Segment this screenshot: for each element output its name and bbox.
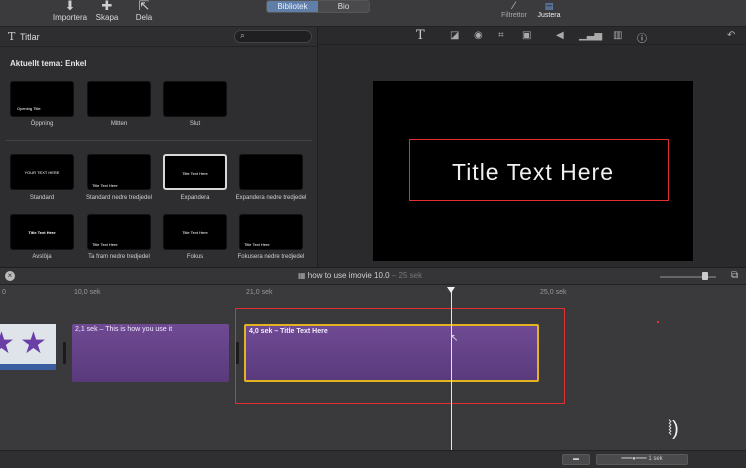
tab-theater[interactable]: Bio xyxy=(318,1,369,12)
toolbar: ⬇ Importera ✚ Skapa ⇱ Dela Bibliotek Bio… xyxy=(0,0,746,27)
title-thumb-standard[interactable]: YOUR TEXT HERE xyxy=(10,154,74,190)
filter-icon[interactable]: ▥ xyxy=(613,30,622,41)
browser-title: Titlar xyxy=(20,32,40,42)
thumb-mini-text: Title Text Here xyxy=(244,242,270,247)
title-label-expand-lower: Expandera nedre tredjedel xyxy=(235,195,307,201)
playhead-marker[interactable] xyxy=(447,287,455,293)
title-label-end: Slut xyxy=(189,121,201,127)
thumb-mini-text: Title Text Here xyxy=(92,242,118,247)
ruler-tick: 25,0 sek xyxy=(540,289,567,296)
project-duration: – 25 sek xyxy=(391,271,423,280)
plus-icon: ✚ xyxy=(101,0,113,13)
volume-icon[interactable]: ◀ xyxy=(556,30,564,41)
title-thumb-focus[interactable]: Title Text Here xyxy=(163,214,227,250)
title-label-focus: Fokus xyxy=(186,254,204,260)
wand-icon: ⁄ xyxy=(513,0,515,12)
search-icon: ⌕ xyxy=(240,30,246,40)
crop-icon[interactable]: ⌗ xyxy=(498,30,504,41)
section-divider xyxy=(6,140,312,141)
stabilization-icon[interactable]: ▣ xyxy=(522,30,531,41)
marker-dot xyxy=(657,321,659,323)
content-browser: T Titlar ⌕ Aktuellt tema: Enkel Opening … xyxy=(0,27,318,267)
timeline-header: × ▦ how to use imovie 10.0 – 25 sek ⧉ xyxy=(0,267,746,285)
project-title: ▦ how to use imovie 10.0 – 25 sek xyxy=(298,271,422,280)
thumb-mini-text: Title Text Here xyxy=(182,171,208,176)
title-thumb-middle[interactable] xyxy=(87,81,151,117)
search-field[interactable]: ⌕ xyxy=(234,30,312,43)
highlight-box-clip xyxy=(235,308,565,404)
title-thumb-reveal-lower[interactable]: Title Text Here xyxy=(87,214,151,250)
bottom-bar: ▬ ━━━●━━━ 1 sek xyxy=(0,450,746,468)
color-balance-icon[interactable]: ◪ xyxy=(450,30,459,41)
browser-header: T Titlar ⌕ xyxy=(0,27,317,47)
titles-icon: T xyxy=(8,30,16,43)
title-thumb-expand[interactable]: Title Text Here xyxy=(163,154,227,190)
title-label-reveal-lower: Ta fram nedre tredjedel xyxy=(88,254,150,260)
title-thumb-reveal[interactable]: Title Text Here xyxy=(10,214,74,250)
title-thumb-expand-lower[interactable] xyxy=(239,154,303,190)
info-icon[interactable]: ⓘ xyxy=(637,30,647,45)
settings-icon[interactable]: ⧉ xyxy=(731,270,738,281)
create-button[interactable]: ✚ Skapa xyxy=(87,0,127,22)
import-arrow-icon: ⬇ xyxy=(64,0,76,13)
title-label-expand: Expandera xyxy=(180,195,210,201)
ruler-tick: 10,0 sek xyxy=(74,289,101,296)
imovie-star-icon: ★ xyxy=(0,326,15,361)
ruler-tick: 0 xyxy=(2,289,6,296)
thumb-mini-text: Title Text Here xyxy=(182,230,208,235)
project-name: how to use imovie 10.0 xyxy=(307,271,390,280)
clip-label: 2,1 sek – This is how you use it xyxy=(75,326,173,333)
tab-library[interactable]: Bibliotek xyxy=(267,1,318,12)
thumb-mini-text: Title Text Here xyxy=(28,230,56,235)
title-label-focus-lower: Fokusera nedre tredjedel xyxy=(237,254,305,260)
sound-wave-icon: ⦚) xyxy=(668,418,679,440)
title-clip-1[interactable]: 2,1 sek – This is how you use it xyxy=(72,324,229,382)
imovie-star-icon: ★ xyxy=(20,327,47,360)
adjust-label: Justera xyxy=(537,12,561,19)
title-label-standard: Standard xyxy=(29,195,55,201)
title-thumb-standard-lower[interactable]: Title Text Here xyxy=(87,154,151,190)
audio-waveform-toggle[interactable]: ▬ xyxy=(562,454,590,465)
viewer-toolbar: T ◪ ◉ ⌗ ▣ ◀ ▁▃▅ ▥ ⓘ ↶ xyxy=(319,27,746,45)
adjust-icon: ▤ xyxy=(544,1,554,11)
mouse-cursor-icon: ↖ xyxy=(450,333,459,344)
zoom-slider[interactable]: ━━━●━━━ xyxy=(621,456,646,462)
film-icon: ▦ xyxy=(298,271,306,280)
filters-button[interactable]: ⁄ Filtrettor xyxy=(494,0,534,19)
filters-label: Filtrettor xyxy=(501,12,527,19)
title-thumb-end[interactable] xyxy=(163,81,227,117)
color-correction-icon[interactable]: ◉ xyxy=(474,30,483,41)
clip-zoom-control[interactable]: ━━━●━━━ 1 sek xyxy=(596,454,688,465)
text-tool-icon[interactable]: T xyxy=(416,28,425,43)
thumb-mini-text: YOUR TEXT HERE xyxy=(24,170,60,175)
theme-heading: Aktuellt tema: Enkel xyxy=(10,59,87,68)
share-button[interactable]: ⇱ Dela xyxy=(124,0,164,22)
title-label-opening: Öppning xyxy=(30,121,54,127)
thumb-mini-text: Opening Title xyxy=(17,106,41,111)
title-thumb-focus-lower[interactable]: Title Text Here xyxy=(239,214,303,250)
title-thumb-opening[interactable]: Opening Title xyxy=(10,81,74,117)
zoom-slider-knob[interactable] xyxy=(702,272,708,280)
video-clip[interactable]: ★ ★ xyxy=(0,324,56,370)
title-label-middle: Mitten xyxy=(110,121,128,127)
reset-icon[interactable]: ↶ xyxy=(727,30,735,41)
adjust-button[interactable]: ▤ Justera xyxy=(529,0,569,19)
import-button[interactable]: ⬇ Importera xyxy=(50,0,90,22)
library-theater-switch: Bibliotek Bio xyxy=(266,0,370,13)
highlight-box-preview xyxy=(409,139,669,201)
playhead[interactable] xyxy=(451,289,452,468)
close-icon[interactable]: × xyxy=(5,271,15,281)
create-label: Skapa xyxy=(95,13,119,22)
ruler-tick: 21,0 sek xyxy=(246,289,273,296)
thumb-mini-text: Title Text Here xyxy=(92,183,118,188)
title-label-reveal: Avslöja xyxy=(32,254,52,260)
zoom-label: 1 sek xyxy=(648,456,663,462)
equalizer-icon[interactable]: ▁▃▅ xyxy=(579,30,602,41)
title-label-standard-lower: Standard nedre tredjedel xyxy=(85,195,153,201)
clip-handle[interactable] xyxy=(63,342,66,364)
share-icon: ⇱ xyxy=(138,0,150,13)
import-label: Importera xyxy=(52,13,88,22)
share-label: Dela xyxy=(135,13,153,22)
